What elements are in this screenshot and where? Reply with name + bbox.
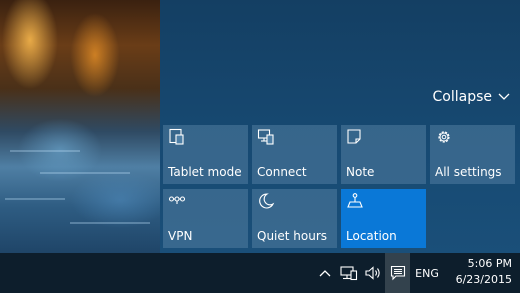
note-icon: [347, 129, 361, 144]
connect-icon: [257, 129, 274, 145]
desktop-wallpaper: [0, 0, 160, 253]
vpn-icon: [168, 196, 186, 204]
language-label: ENG: [415, 266, 439, 280]
chevron-up-icon: [319, 270, 331, 277]
clock-time: 5:06 PM: [467, 257, 512, 270]
gear-icon: [438, 131, 450, 143]
tile-note[interactable]: Note: [341, 125, 426, 184]
tile-label: Connect: [257, 165, 307, 179]
tile-label: Quiet hours: [257, 229, 328, 243]
tile-location[interactable]: Location: [341, 189, 426, 248]
volume-icon: [365, 266, 380, 280]
network-icon: [340, 266, 358, 281]
tile-tablet-mode[interactable]: Tablet mode: [163, 125, 248, 184]
tile-label: Note: [346, 165, 375, 179]
collapse-button[interactable]: Collapse: [433, 89, 511, 105]
collapse-label: Collapse: [432, 89, 493, 105]
input-language-button[interactable]: ENG: [412, 253, 442, 293]
tile-label: VPN: [168, 229, 193, 243]
tile-connect[interactable]: Connect: [252, 125, 337, 184]
tile-label: Tablet mode: [168, 165, 242, 179]
tile-label: All settings: [435, 165, 502, 179]
clock-button[interactable]: 5:06 PM 6/23/2015: [456, 256, 512, 288]
tile-quiet-hours[interactable]: Quiet hours: [252, 189, 337, 248]
tile-all-settings[interactable]: All settings: [430, 125, 515, 184]
action-center-panel: Collapse Tablet mode Connect Note All se…: [160, 0, 520, 253]
network-button[interactable]: [337, 253, 361, 293]
taskbar: ENG 5:06 PM 6/23/2015: [0, 253, 520, 293]
show-hidden-icons-button[interactable]: [314, 253, 336, 293]
chevron-down-icon: [498, 93, 510, 100]
moon-icon: [259, 193, 275, 209]
clock-date: 6/23/2015: [455, 273, 512, 286]
volume-button[interactable]: [362, 253, 384, 293]
tile-label: Location: [346, 229, 397, 243]
action-center-button[interactable]: [385, 253, 410, 293]
location-icon: [347, 193, 363, 208]
tile-vpn[interactable]: VPN: [163, 189, 248, 248]
action-center-icon: [390, 265, 405, 281]
tablet-mode-icon: [169, 128, 184, 145]
